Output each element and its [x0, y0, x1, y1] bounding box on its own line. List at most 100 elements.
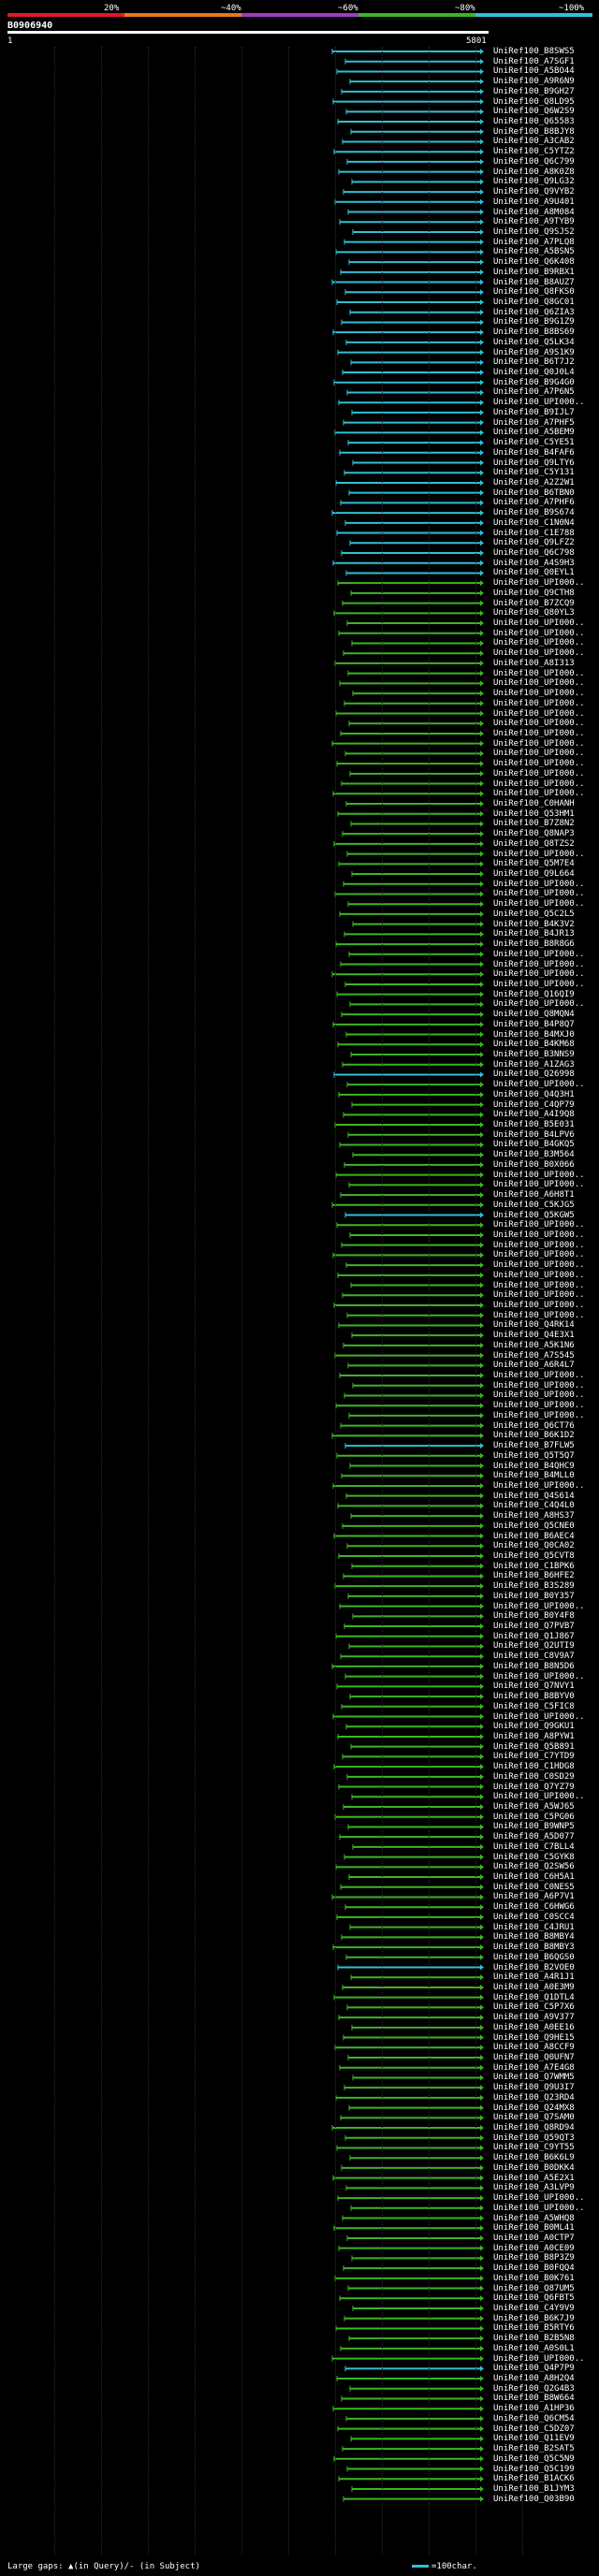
- hit-label[interactable]: UniRef100_A9TYB9: [493, 217, 575, 226]
- hit-label[interactable]: UniRef100_Q5CVT8: [493, 1551, 575, 1561]
- hit-label[interactable]: UniRef100_B3M564: [493, 1150, 575, 1159]
- hit-label[interactable]: UniRef100_Q4S614: [493, 1492, 575, 1501]
- hit-label[interactable]: UniRef100_B2VOE0: [493, 1963, 575, 1972]
- hit-label[interactable]: UniRef100_A7PLQ8: [493, 238, 575, 247]
- hit-label[interactable]: UniRef100_UPI000..: [493, 889, 585, 898]
- hit-label[interactable]: UniRef100_UPI000..: [493, 739, 585, 749]
- hit-label[interactable]: UniRef100_C5KJG5: [493, 1201, 575, 1210]
- hit-label[interactable]: UniRef100_B8BYV0: [493, 1692, 575, 1701]
- hit-label[interactable]: UniRef100_A6P7V1: [493, 1892, 575, 1901]
- hit-label[interactable]: UniRef100_B5RTY6: [493, 2323, 575, 2333]
- hit-label[interactable]: UniRef100_Q5CNE0: [493, 1521, 575, 1531]
- hit-label[interactable]: UniRef100_A8H2Q4: [493, 2374, 575, 2383]
- hit-label[interactable]: UniRef100_C5FIC8: [493, 1702, 575, 1711]
- hit-label[interactable]: UniRef100_Q1DTL4: [493, 1993, 575, 2002]
- hit-label[interactable]: UniRef100_UPI000..: [493, 850, 585, 859]
- hit-label[interactable]: UniRef100_B0X066: [493, 1160, 575, 1170]
- hit-label[interactable]: UniRef100_C5PG06: [493, 1812, 575, 1822]
- hit-label[interactable]: UniRef100_UPI000..: [493, 578, 585, 588]
- hit-label[interactable]: UniRef100_B6T7J2: [493, 357, 575, 367]
- hit-label[interactable]: UniRef100_A6H8T1: [493, 1190, 575, 1200]
- hit-label[interactable]: UniRef100_UPI000..: [493, 899, 585, 909]
- hit-label[interactable]: UniRef100_Q80YL3: [493, 608, 575, 618]
- hit-label[interactable]: UniRef100_A8K0Z8: [493, 167, 575, 177]
- hit-label[interactable]: UniRef100_Q2UTI9: [493, 1641, 575, 1651]
- hit-label[interactable]: UniRef100_C4JRU1: [493, 1923, 575, 1932]
- hit-label[interactable]: UniRef100_UPI000..: [493, 669, 585, 678]
- hit-label[interactable]: UniRef100_UPI000..: [493, 1230, 585, 1240]
- hit-label[interactable]: UniRef100_A9R6N9: [493, 77, 575, 86]
- hit-label[interactable]: UniRef100_B8N5D6: [493, 1662, 575, 1671]
- hit-label[interactable]: UniRef100_Q9HE15: [493, 2033, 575, 2043]
- hit-label[interactable]: UniRef100_B9RBX1: [493, 268, 575, 277]
- hit-label[interactable]: UniRef100_B4LPV6: [493, 1130, 575, 1140]
- hit-label[interactable]: UniRef100_A4I9Q8: [493, 1110, 575, 1119]
- hit-label[interactable]: UniRef100_UPI000..: [493, 1301, 585, 1310]
- hit-label[interactable]: UniRef100_A2Z2W1: [493, 478, 575, 488]
- hit-label[interactable]: UniRef100_C4Q4L0: [493, 1501, 575, 1510]
- hit-label[interactable]: UniRef100_Q11EV9: [493, 2434, 575, 2443]
- hit-label[interactable]: UniRef100_Q4E3X1: [493, 1331, 575, 1340]
- hit-label[interactable]: UniRef100_UPI000..: [493, 1481, 585, 1491]
- hit-label[interactable]: UniRef100_B8P3Z9: [493, 2253, 575, 2263]
- hit-label[interactable]: UniRef100_A0CE09: [493, 2244, 575, 2253]
- hit-label[interactable]: UniRef100_C0SCC4: [493, 1913, 575, 1922]
- hit-label[interactable]: UniRef100_UPI000..: [493, 729, 585, 738]
- hit-label[interactable]: UniRef100_UPI000..: [493, 789, 585, 798]
- hit-label[interactable]: UniRef100_C5DZ07: [493, 2424, 575, 2434]
- hit-label[interactable]: UniRef100_B2SAT5: [493, 2444, 575, 2453]
- hit-label[interactable]: UniRef100_UPI000..: [493, 779, 585, 789]
- hit-label[interactable]: UniRef100_C7YTD9: [493, 1752, 575, 1761]
- hit-label[interactable]: UniRef100_A8I313: [493, 659, 575, 668]
- hit-label[interactable]: UniRef100_Q9SJS2: [493, 227, 575, 237]
- hit-label[interactable]: UniRef100_C1N0N4: [493, 518, 575, 528]
- hit-label[interactable]: UniRef100_Q6C799: [493, 157, 575, 167]
- hit-label[interactable]: UniRef100_B4MXJ0: [493, 1030, 575, 1040]
- hit-label[interactable]: UniRef100_C4QP79: [493, 1100, 575, 1110]
- hit-label[interactable]: UniRef100_C9YT55: [493, 2143, 575, 2152]
- hit-label[interactable]: UniRef100_A8CCF9: [493, 2043, 575, 2052]
- hit-label[interactable]: UniRef100_UPI000..: [493, 759, 585, 768]
- hit-label[interactable]: UniRef100_UPI000..: [493, 709, 585, 719]
- hit-label[interactable]: UniRef100_Q9CTH8: [493, 589, 575, 598]
- hit-label[interactable]: UniRef100_B0Y357: [493, 1592, 575, 1601]
- hit-label[interactable]: UniRef100_UPI000..: [493, 2204, 585, 2213]
- hit-label[interactable]: UniRef100_UPI000..: [493, 638, 585, 648]
- hit-label[interactable]: UniRef100_UPI000..: [493, 749, 585, 758]
- hit-label[interactable]: UniRef100_A6R4L7: [493, 1361, 575, 1370]
- hit-label[interactable]: UniRef100_B8AUZ7: [493, 278, 575, 287]
- hit-label[interactable]: UniRef100_UPI000..: [493, 648, 585, 658]
- hit-label[interactable]: UniRef100_A3CAB2: [493, 137, 575, 146]
- hit-label[interactable]: UniRef100_B9IJL7: [493, 408, 575, 417]
- hit-label[interactable]: UniRef100_B6TBN0: [493, 488, 575, 498]
- hit-label[interactable]: UniRef100_Q7NVY1: [493, 1681, 575, 1691]
- hit-label[interactable]: UniRef100_B4P8Q7: [493, 1020, 575, 1029]
- hit-label[interactable]: UniRef100_A9U401: [493, 197, 575, 207]
- hit-label[interactable]: UniRef100_B9S674: [493, 508, 575, 517]
- hit-label[interactable]: UniRef100_Q65583: [493, 117, 575, 126]
- hit-label[interactable]: UniRef100_Q8MQN4: [493, 1010, 575, 1019]
- hit-label[interactable]: UniRef100_Q0UFN7: [493, 2053, 575, 2062]
- hit-label[interactable]: UniRef100_B8BS69: [493, 327, 575, 337]
- hit-label[interactable]: UniRef100_Q8RD94: [493, 2123, 575, 2132]
- hit-label[interactable]: UniRef100_UPI000..: [493, 1260, 585, 1270]
- hit-label[interactable]: UniRef100_Q6ZIA3: [493, 308, 575, 317]
- hit-label[interactable]: UniRef100_A5K1N6: [493, 1341, 575, 1350]
- hit-label[interactable]: UniRef100_C1HDG8: [493, 1762, 575, 1771]
- hit-label[interactable]: UniRef100_A8M084: [493, 208, 575, 217]
- hit-label[interactable]: UniRef100_UPI000..: [493, 1241, 585, 1250]
- hit-label[interactable]: UniRef100_UPI000..: [493, 1371, 585, 1380]
- hit-label[interactable]: UniRef100_B1ACK6: [493, 2474, 575, 2483]
- hit-label[interactable]: UniRef100_UPI000..: [493, 980, 585, 989]
- hit-label[interactable]: UniRef100_B3NNS9: [493, 1050, 575, 1059]
- hit-label[interactable]: UniRef100_B6K1D2: [493, 1431, 575, 1440]
- hit-label[interactable]: UniRef100_UPI000..: [493, 950, 585, 959]
- hit-label[interactable]: UniRef100_B9G1Z9: [493, 317, 575, 327]
- hit-label[interactable]: UniRef100_A8PYW1: [493, 1732, 575, 1741]
- hit-label[interactable]: UniRef100_Q16QI9: [493, 990, 575, 999]
- hit-label[interactable]: UniRef100_A0E3M9: [493, 1983, 575, 1992]
- hit-label[interactable]: UniRef100_UPI000..: [493, 1180, 585, 1189]
- hit-label[interactable]: UniRef100_A5BO44: [493, 66, 575, 76]
- hit-label[interactable]: UniRef100_Q9VYB2: [493, 187, 575, 196]
- hit-label[interactable]: UniRef100_Q24MX8: [493, 2103, 575, 2113]
